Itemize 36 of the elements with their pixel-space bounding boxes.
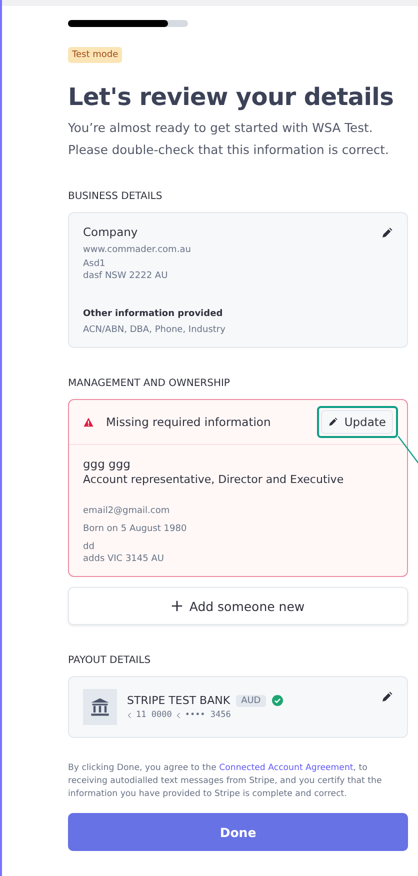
other-info-label: Other information provided (83, 309, 224, 319)
alert-message: Missing required information (106, 415, 271, 429)
company-address: Asd1 (83, 259, 106, 269)
account-number: •••• 3456 (184, 710, 231, 720)
person-email: email2@gmail.com (83, 506, 171, 516)
person-address: dd (83, 542, 96, 552)
person-name: ggg ggg (83, 457, 132, 471)
plus-icon (171, 600, 184, 612)
account-icon (176, 712, 181, 718)
edit-icon[interactable] (381, 227, 393, 239)
currency-badge: AUD (236, 694, 266, 706)
update-button[interactable]: Update (321, 410, 393, 434)
edit-icon[interactable] (381, 691, 393, 703)
person-address: adds VIC 3145 AU (83, 554, 165, 564)
page-subtitle: You’re almost ready to get started with WSA Test. Please double-check that this information is correct. (68, 120, 390, 159)
section-heading: MANAGEMENT AND OWNERSHIP (68, 378, 230, 389)
legal-text: By clicking Done, you agree to the Connected Account Agreement, to receiving autodialled text messages from Stripe, and you certify that the information you have provided to Stripe is complete and correct. (68, 762, 383, 801)
test-mode-badge: Test mode (68, 47, 122, 63)
done-button[interactable]: Done (68, 813, 408, 851)
person-roles: Account representative, Director and Executive (83, 473, 345, 486)
agreement-link[interactable]: Connected Account Agreement (219, 763, 354, 773)
company-address: dasf NSW 2222 AU (83, 271, 169, 281)
routing-number: 11 0000 (136, 710, 172, 720)
routing-icon (127, 712, 132, 718)
company-website: www.commader.com.au (83, 245, 192, 255)
bank-icon (83, 689, 117, 725)
pencil-icon (328, 417, 338, 427)
company-name: Company (83, 225, 138, 239)
section-heading: BUSINESS DETAILS (68, 191, 162, 202)
person-birthdate: Born on 5 August 1980 (83, 524, 188, 534)
bank-name: STRIPE TEST BANK (127, 694, 230, 707)
warning-icon (83, 416, 94, 428)
section-heading: PAYOUT DETAILS (68, 655, 151, 666)
other-info-value: ACN/ABN, DBA, Phone, Industry (83, 325, 226, 335)
page-title: Let's review your details (68, 83, 394, 111)
add-person-button[interactable]: Add someone new (68, 587, 408, 625)
